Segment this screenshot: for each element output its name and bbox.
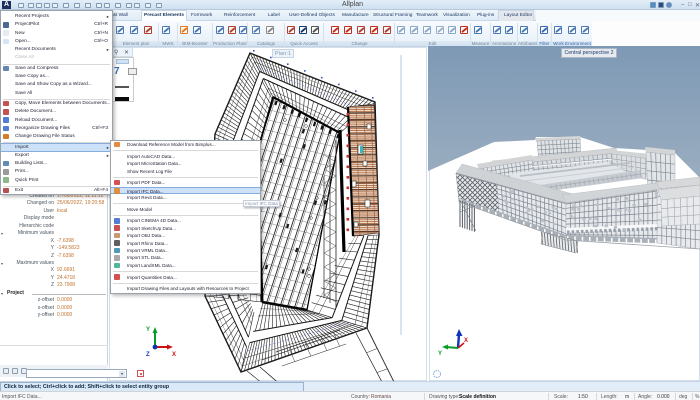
svg-text:Y: Y <box>146 327 150 333</box>
svg-text:X: X <box>172 352 176 358</box>
svg-text:Y: Y <box>438 351 442 357</box>
svg-text:X: X <box>464 338 468 344</box>
svg-text:Z: Z <box>146 352 150 358</box>
